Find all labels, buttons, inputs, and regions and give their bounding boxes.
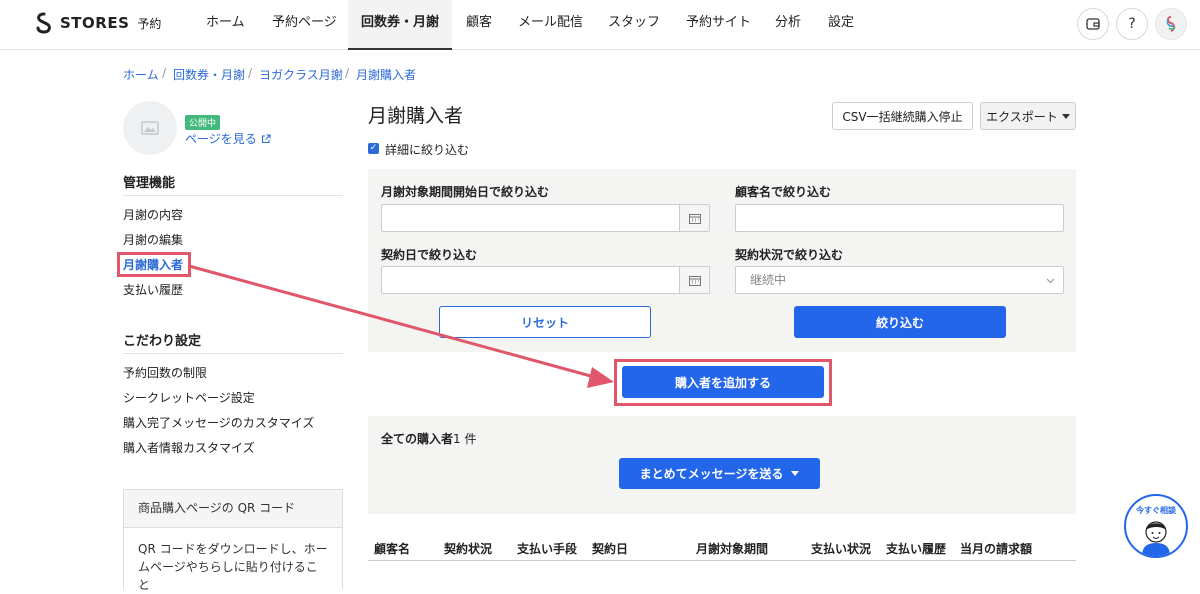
page-title: 月謝購入者 bbox=[368, 105, 464, 127]
image-placeholder-icon bbox=[141, 121, 159, 135]
detail-filter-checkbox[interactable]: ✓ bbox=[368, 143, 379, 154]
customer-filter-label: 顧客名で絞り込む bbox=[735, 185, 832, 199]
chevron-down-icon bbox=[1046, 278, 1055, 284]
sidebar-item-completion-message[interactable]: 購入完了メッセージのカスタマイズ bbox=[123, 414, 314, 431]
breadcrumb-separator: / bbox=[162, 66, 167, 80]
table-header-divider bbox=[368, 560, 1076, 561]
wallet-icon bbox=[1086, 18, 1100, 30]
purchaser-count-label: 全ての購入者 bbox=[381, 432, 454, 446]
sidebar-item-secret-page[interactable]: シークレットページ設定 bbox=[123, 389, 255, 406]
nav-settings[interactable]: 設定 bbox=[828, 0, 854, 50]
calendar-icon bbox=[688, 213, 701, 224]
consult-label: 今すぐ相談 bbox=[1136, 506, 1176, 515]
calendar-icon bbox=[688, 275, 701, 286]
caret-down-icon bbox=[1061, 113, 1070, 119]
question-icon: ? bbox=[1128, 16, 1136, 32]
nav-reservation-site[interactable]: 予約サイト bbox=[686, 0, 751, 50]
sidebar-item-content[interactable]: 月謝の内容 bbox=[123, 206, 183, 223]
nav-reservation-pages[interactable]: 予約ページ bbox=[272, 0, 337, 50]
qr-description-line: QR コードをダウンロードし、ホー bbox=[138, 542, 328, 556]
avatar-icon bbox=[1166, 16, 1176, 32]
nav-home[interactable]: ホーム bbox=[206, 0, 245, 50]
contract-date-input[interactable] bbox=[381, 266, 710, 294]
column-header-period: 月謝対象期間 bbox=[696, 542, 769, 556]
purchaser-count: 全ての購入者1 件 bbox=[381, 430, 476, 447]
purchaser-count-value: 1 件 bbox=[453, 432, 477, 446]
breadcrumb-separator: / bbox=[345, 66, 350, 80]
section-heading-management: 管理機能 bbox=[123, 176, 176, 191]
detail-filter-label: 詳細に絞り込む bbox=[385, 143, 470, 157]
view-page-label: ページを見る bbox=[185, 132, 257, 146]
sidebar-item-edit[interactable]: 月謝の編集 bbox=[123, 231, 183, 248]
nav-analytics[interactable]: 分析 bbox=[775, 0, 801, 50]
consult-widget[interactable]: 今すぐ相談 bbox=[1124, 494, 1188, 558]
apply-filter-button[interactable]: 絞り込む bbox=[794, 306, 1006, 338]
support-person-icon bbox=[1142, 521, 1170, 556]
brand-name: STORES bbox=[60, 14, 130, 32]
qr-description-line: ムページやちらしに貼り付けること bbox=[138, 560, 318, 592]
breadcrumb-tickets[interactable]: 回数券・月謝 bbox=[173, 66, 245, 83]
brand-sub: 予約 bbox=[137, 16, 162, 31]
breadcrumb-yoga[interactable]: ヨガクラス月謝 bbox=[259, 66, 343, 83]
column-header-contract-status: 契約状況 bbox=[444, 542, 493, 556]
contract-status-value: 継続中 bbox=[750, 273, 787, 287]
bulk-message-button[interactable]: まとめてメッセージを送る bbox=[619, 458, 820, 489]
period-filter-label: 月謝対象期間開始日で絞り込む bbox=[381, 185, 550, 199]
column-header-payment-method: 支払い手段 bbox=[517, 542, 578, 556]
nav-tickets[interactable]: 回数券・月謝 bbox=[348, 0, 452, 50]
column-header-contract-date: 契約日 bbox=[592, 542, 629, 556]
external-link-icon bbox=[261, 134, 271, 144]
sidebar-item-purchaser-info[interactable]: 購入者情報カスタマイズ bbox=[123, 439, 255, 456]
top-nav: STORES 予約 ホーム 予約ページ 回数券・月謝 顧客 メール配信 スタッフ… bbox=[0, 0, 1200, 50]
view-page-link[interactable]: ページを見る bbox=[185, 130, 271, 147]
account-avatar[interactable] bbox=[1155, 8, 1187, 40]
stores-logo-icon bbox=[36, 12, 51, 34]
wallet-button[interactable] bbox=[1077, 8, 1109, 40]
qr-code-description: QR コードをダウンロードし、ホー ムページやちらしに貼り付けること bbox=[124, 528, 342, 592]
calendar-button[interactable] bbox=[679, 205, 709, 231]
bulk-message-label: まとめてメッセージを送る bbox=[639, 467, 784, 481]
sidebar-item-payment-history[interactable]: 支払い履歴 bbox=[123, 281, 183, 298]
breadcrumb-separator: / bbox=[248, 66, 253, 80]
brand-logo[interactable]: STORES 予約 bbox=[34, 12, 161, 34]
caret-down-icon bbox=[791, 471, 800, 476]
contract-date-filter-label: 契約日で絞り込む bbox=[381, 248, 478, 262]
column-header-payment-status: 支払い状況 bbox=[811, 542, 872, 556]
contract-status-select[interactable]: 継続中 bbox=[735, 266, 1064, 294]
nav-staff[interactable]: スタッフ bbox=[608, 0, 660, 50]
qr-code-panel: 商品購入ページの QR コード QR コードをダウンロードし、ホー ムページやち… bbox=[123, 489, 343, 592]
customer-name-input[interactable] bbox=[735, 204, 1064, 232]
column-header-payment-history: 支払い履歴 bbox=[886, 542, 947, 556]
divider bbox=[123, 195, 343, 196]
add-purchaser-button[interactable]: 購入者を追加する bbox=[622, 366, 824, 398]
calendar-button[interactable] bbox=[679, 267, 709, 293]
column-header-customer: 顧客名 bbox=[374, 542, 411, 556]
breadcrumb-home[interactable]: ホーム bbox=[123, 66, 159, 83]
nav-customers[interactable]: 顧客 bbox=[466, 0, 492, 50]
highlight-box-sidebar bbox=[117, 252, 191, 277]
export-label: エクスポート bbox=[986, 109, 1058, 124]
status-badge: 公開中 bbox=[185, 115, 221, 130]
breadcrumb-current[interactable]: 月謝購入者 bbox=[356, 66, 416, 83]
csv-stop-button[interactable]: CSV一括継続購入停止 bbox=[832, 102, 973, 130]
section-heading-custom: こだわり設定 bbox=[123, 334, 202, 349]
qr-code-title: 商品購入ページの QR コード bbox=[124, 490, 342, 528]
nav-mail[interactable]: メール配信 bbox=[518, 0, 583, 50]
divider bbox=[123, 353, 343, 354]
export-button[interactable]: エクスポート bbox=[980, 102, 1076, 130]
help-button[interactable]: ? bbox=[1116, 8, 1148, 40]
page-thumbnail bbox=[123, 101, 177, 155]
column-header-monthly-charge: 当月の請求額 bbox=[960, 542, 1033, 556]
period-date-input[interactable] bbox=[381, 204, 710, 232]
contract-status-filter-label: 契約状況で絞り込む bbox=[735, 248, 844, 262]
reset-button[interactable]: リセット bbox=[439, 306, 651, 338]
sidebar-item-booking-limit[interactable]: 予約回数の制限 bbox=[123, 364, 207, 381]
